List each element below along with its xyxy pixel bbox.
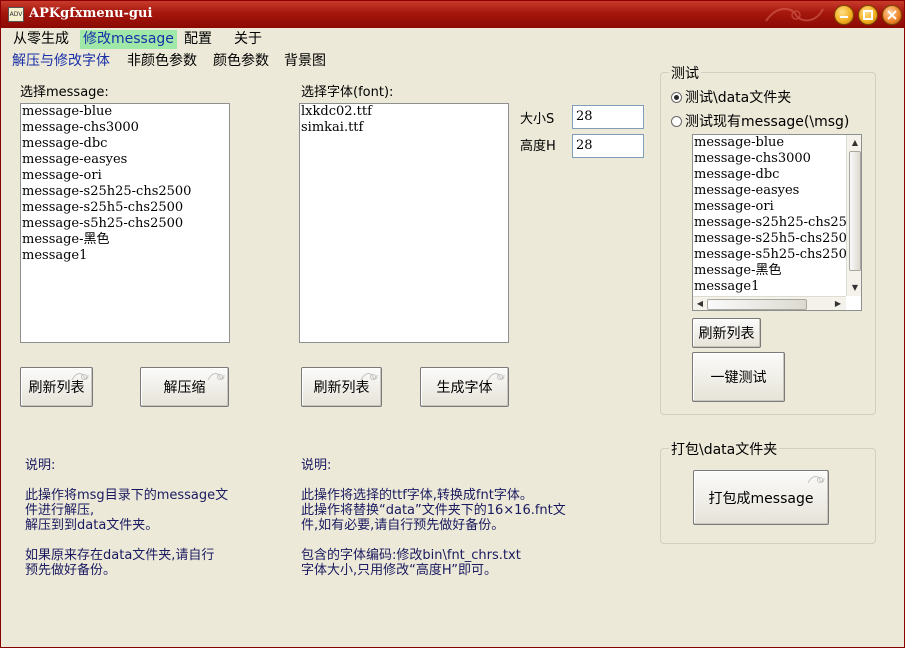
tab-background[interactable]: 背景图 bbox=[284, 51, 326, 71]
vertical-scroll-thumb[interactable] bbox=[849, 151, 861, 271]
scroll-down-icon[interactable]: ▼ bbox=[849, 282, 861, 294]
generate-font-button-label: 生成字体 bbox=[436, 380, 493, 396]
size-label: 大小S bbox=[520, 112, 555, 127]
message-list-label: 选择message: bbox=[20, 85, 109, 100]
font-list-label: 选择字体(font): bbox=[301, 85, 394, 100]
radio-test-data[interactable]: 测试\data文件夹 bbox=[671, 87, 791, 107]
list-item[interactable]: message-ori bbox=[693, 199, 861, 215]
list-item[interactable]: message-s25h5-chs2500 bbox=[21, 200, 229, 216]
test-group-title: 测试 bbox=[669, 63, 701, 83]
refresh-message-list-label: 刷新列表 bbox=[28, 380, 85, 396]
list-item[interactable]: message-黑色 bbox=[693, 263, 861, 279]
list-item[interactable]: message-s25h25-chs2500 bbox=[21, 184, 229, 200]
minimize-button[interactable] bbox=[834, 5, 854, 25]
horizontal-scroll-thumb[interactable] bbox=[707, 299, 807, 310]
size-input[interactable]: 28 bbox=[572, 105, 644, 129]
list-item[interactable]: message-chs3000 bbox=[21, 120, 229, 136]
height-label: 高度H bbox=[520, 139, 556, 154]
vertical-scrollbar[interactable]: ▲ ▼ bbox=[846, 135, 861, 296]
title-bar[interactable]: ADV APKgfxmenu-gui bbox=[1, 1, 904, 28]
list-item[interactable]: message-dbc bbox=[21, 136, 229, 152]
menu-from-scratch[interactable]: 从零生成 bbox=[10, 30, 72, 49]
list-item[interactable]: message-s5h25-chs2500 bbox=[693, 247, 861, 263]
radio-unselected-icon bbox=[671, 115, 682, 127]
list-item[interactable]: message-ori bbox=[21, 168, 229, 184]
close-button[interactable] bbox=[882, 5, 902, 25]
close-icon bbox=[887, 10, 897, 20]
pack-message-label: 打包成message bbox=[708, 490, 814, 507]
pack-group-title: 打包\data文件夹 bbox=[669, 439, 780, 459]
tab-unzip-font[interactable]: 解压与修改字体 bbox=[12, 51, 110, 71]
titlebar-ornament-icon bbox=[765, 7, 824, 22]
radio-selected-icon bbox=[671, 91, 682, 103]
horizontal-scrollbar[interactable]: ◀ ▶ bbox=[693, 296, 846, 310]
scroll-left-icon[interactable]: ◀ bbox=[694, 298, 706, 310]
list-item[interactable]: message1 bbox=[693, 279, 861, 295]
list-item[interactable]: message-s25h5-chs2500 bbox=[693, 231, 861, 247]
tab-color-params[interactable]: 颜色参数 bbox=[213, 51, 269, 71]
refresh-test-list-label: 刷新列表 bbox=[698, 326, 755, 342]
menu-about[interactable]: 关于 bbox=[231, 30, 265, 49]
one-click-test-button[interactable]: 一键测试 bbox=[692, 352, 785, 402]
maximize-icon bbox=[863, 10, 873, 20]
scroll-up-icon[interactable]: ▲ bbox=[849, 137, 861, 149]
list-item[interactable]: message-dbc bbox=[693, 167, 861, 183]
window-title: APKgfxmenu-gui bbox=[29, 6, 153, 21]
list-item[interactable]: message-blue bbox=[693, 135, 861, 151]
app-window: ADV APKgfxmenu-gui 从零生成 修改message 配置 关于 … bbox=[0, 0, 905, 648]
generate-font-button[interactable]: 生成字体 bbox=[420, 367, 509, 407]
list-item[interactable]: message-s25h25-chs2500 bbox=[693, 215, 861, 231]
list-item[interactable]: message-easyes bbox=[21, 152, 229, 168]
list-item[interactable]: message-blue bbox=[21, 104, 229, 120]
list-item[interactable]: message-s5h25-chs2500 bbox=[21, 216, 229, 232]
tab-non-color-params[interactable]: 非颜色参数 bbox=[127, 51, 197, 71]
menu-config[interactable]: 配置 bbox=[181, 30, 215, 49]
menu-modify-message[interactable]: 修改message bbox=[80, 30, 177, 49]
menu-bar: 从零生成 修改message 配置 关于 bbox=[2, 28, 904, 50]
maximize-button[interactable] bbox=[858, 5, 878, 25]
minimize-icon bbox=[840, 16, 848, 18]
middle-note-title: 说明: bbox=[301, 458, 332, 473]
middle-note-body: 此操作将选择的ttf字体,转换成fnt字体。 此操作将替换“data”文件夹下的… bbox=[301, 488, 566, 578]
list-item[interactable]: message-chs3000 bbox=[693, 151, 861, 167]
message-listbox[interactable]: message-blue message-chs3000 message-dbc… bbox=[20, 103, 230, 343]
left-note-body: 此操作将msg目录下的message文 件进行解压, 解压到到data文件夹。 … bbox=[25, 488, 229, 578]
unzip-button-label: 解压缩 bbox=[163, 380, 206, 396]
swirl-icon bbox=[807, 476, 825, 484]
radio-test-msg-label: 测试现有message(\msg) bbox=[685, 114, 850, 130]
refresh-font-list-label: 刷新列表 bbox=[313, 380, 370, 396]
list-item[interactable]: message-黑色 bbox=[21, 232, 229, 248]
font-listbox[interactable]: lxkdc02.ttf simkai.ttf bbox=[299, 103, 509, 343]
refresh-test-list-button[interactable]: 刷新列表 bbox=[692, 318, 761, 348]
list-item[interactable]: message-easyes bbox=[693, 183, 861, 199]
unzip-button[interactable]: 解压缩 bbox=[140, 367, 229, 407]
radio-test-msg[interactable]: 测试现有message(\msg) bbox=[671, 111, 849, 131]
one-click-test-label: 一键测试 bbox=[710, 370, 767, 386]
list-item[interactable]: message1 bbox=[21, 248, 229, 264]
refresh-font-list-button[interactable]: 刷新列表 bbox=[301, 367, 382, 407]
height-input[interactable]: 28 bbox=[572, 134, 644, 158]
radio-test-data-label: 测试\data文件夹 bbox=[685, 90, 792, 106]
left-note-title: 说明: bbox=[25, 458, 56, 473]
app-icon: ADV bbox=[8, 7, 24, 22]
refresh-message-list-button[interactable]: 刷新列表 bbox=[20, 367, 93, 407]
scroll-right-icon[interactable]: ▶ bbox=[832, 298, 844, 310]
pack-message-button[interactable]: 打包成message bbox=[693, 470, 829, 525]
list-item[interactable]: simkai.ttf bbox=[300, 120, 508, 136]
test-message-listbox[interactable]: message-blue message-chs3000 message-dbc… bbox=[692, 134, 862, 311]
list-item[interactable]: lxkdc02.ttf bbox=[300, 104, 508, 120]
